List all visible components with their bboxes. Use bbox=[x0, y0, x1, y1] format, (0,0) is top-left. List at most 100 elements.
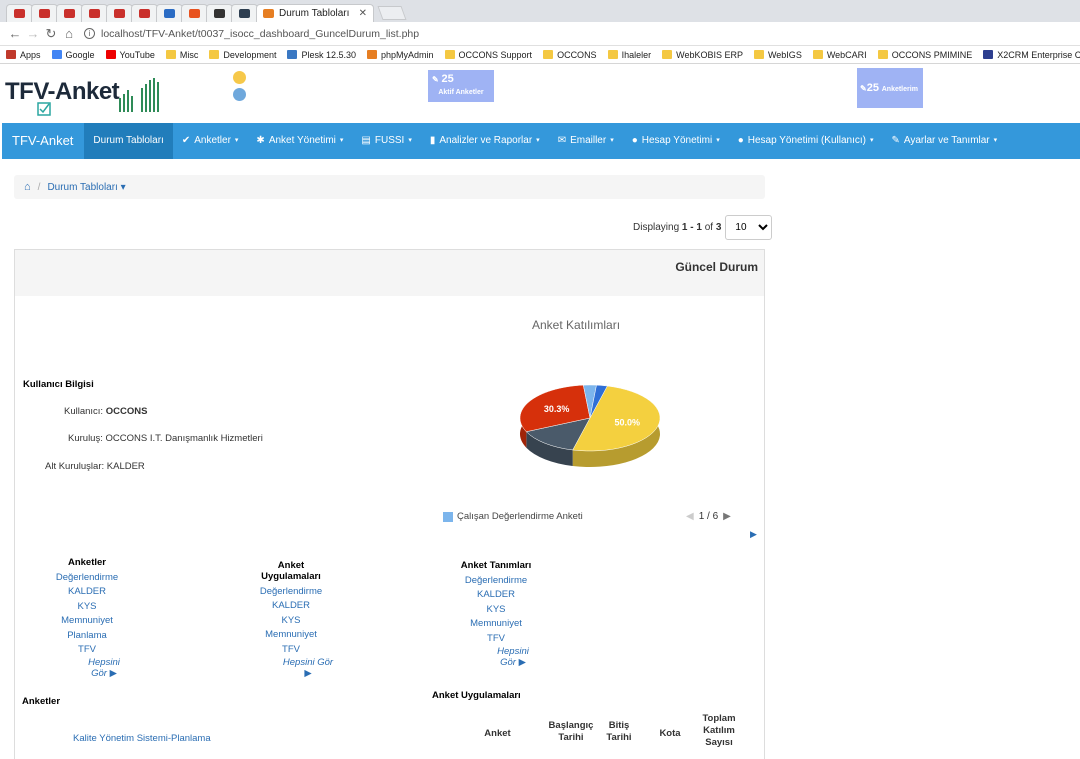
list-link[interactable]: TFV bbox=[52, 643, 122, 657]
list-link[interactable]: Değerlendirme bbox=[460, 574, 532, 588]
page: TFV-Anket ✎ 25 Aktif Anketler ✎25 Anketl… bbox=[0, 64, 1080, 759]
browser-tab[interactable] bbox=[131, 4, 158, 22]
legend-nav: ◀ 1 / 6 ▶ bbox=[686, 511, 731, 522]
browser-tab-active[interactable]: Durum Tabloları ✕ bbox=[256, 4, 374, 22]
legend-next-icon[interactable]: ▶ bbox=[723, 511, 731, 522]
my-surveys-card[interactable]: ✎25 Anketlerim bbox=[857, 68, 923, 108]
list-link[interactable]: KYS bbox=[52, 600, 122, 614]
bookmark-item[interactable]: OCCONS bbox=[543, 50, 597, 60]
home-icon[interactable]: ⌂ bbox=[24, 181, 31, 193]
bookmark-icon bbox=[165, 50, 176, 59]
menu-item-icon: ▮ bbox=[429, 135, 436, 146]
bookmark-item[interactable]: WebIGS bbox=[753, 50, 802, 60]
list-link[interactable]: KALDER bbox=[460, 588, 532, 602]
see-all-link[interactable]: Hepsini Gör ▶ bbox=[86, 657, 122, 679]
col-header-end[interactable]: Bitiş Tarihi bbox=[604, 720, 634, 744]
bookmark-item[interactable]: OCCONS Support bbox=[444, 50, 532, 60]
col-header-start[interactable]: Başlangıç Tarihi bbox=[545, 720, 597, 744]
kpi-number: 25 bbox=[441, 73, 454, 85]
caret-icon: ▾ bbox=[716, 137, 720, 144]
list-link[interactable]: TFV bbox=[248, 643, 334, 657]
browser-tab[interactable] bbox=[81, 4, 108, 22]
list-link[interactable]: KYS bbox=[248, 614, 334, 628]
see-all-link[interactable]: Hepsini Gör ▶ bbox=[494, 646, 532, 668]
bookmark-item[interactable]: Development bbox=[209, 50, 276, 60]
bookmark-item[interactable]: Apps bbox=[6, 50, 41, 60]
legend-label: Çalışan Değerlendirme Anketi bbox=[457, 511, 583, 522]
see-all-link[interactable]: Hepsini Gör ▶ bbox=[282, 657, 334, 679]
reload-icon[interactable]: ↻ bbox=[42, 26, 60, 42]
col-header-total[interactable]: Toplam Katılım Sayısı bbox=[700, 713, 738, 749]
bookmark-item[interactable]: WebKOBIS ERP bbox=[662, 50, 743, 60]
menu-item-3[interactable]: ✱ Anket Yönetimi ▾ bbox=[247, 123, 352, 159]
menu-item-5[interactable]: ▮ Analizler ve Raporlar ▾ bbox=[421, 123, 549, 159]
menu-item-1[interactable]: Durum Tabloları bbox=[84, 123, 173, 159]
browser-tab[interactable] bbox=[206, 4, 233, 22]
panel-header: Güncel Durum bbox=[15, 250, 764, 296]
bookmark-item[interactable]: Ihaleler bbox=[607, 50, 651, 60]
bookmark-item[interactable]: Misc bbox=[165, 50, 198, 60]
legend-prev-icon[interactable]: ◀ bbox=[686, 511, 694, 522]
sub-org-row: Alt Kuruluşlar: KALDER bbox=[45, 461, 145, 472]
browser-tab[interactable] bbox=[156, 4, 183, 22]
sub-org-value: KALDER bbox=[106, 461, 145, 472]
menu-item-2[interactable]: ✔ Anketler ▾ bbox=[173, 123, 248, 159]
list-link[interactable]: Planlama bbox=[52, 629, 122, 643]
breadcrumb-current[interactable]: Durum Tabloları ▾ bbox=[47, 182, 125, 193]
surveys-list: Anketler Değerlendirme KALDER KYS Memnuniyet… bbox=[52, 557, 122, 679]
menu-item-9[interactable]: ✎ Ayarlar ve Tanımlar ▾ bbox=[882, 123, 1006, 159]
list-link[interactable]: Memnuniyet bbox=[52, 614, 122, 628]
survey-link[interactable]: Kalite Yönetim Sistemi-Planlama bbox=[73, 733, 211, 744]
list-link[interactable]: Değerlendirme bbox=[248, 585, 334, 599]
tab-favicon-icon bbox=[189, 9, 200, 18]
bookmark-item[interactable]: Google bbox=[51, 50, 95, 60]
menu-item-label: Ayarlar ve Tanımlar bbox=[903, 135, 990, 146]
bookmark-item[interactable]: WebCARI bbox=[812, 50, 867, 60]
menu-item-label: FUSSI bbox=[374, 135, 405, 146]
browser-tab[interactable] bbox=[6, 4, 33, 22]
home-icon[interactable]: ⌂ bbox=[60, 26, 78, 41]
list-link[interactable]: KYS bbox=[460, 603, 532, 617]
active-surveys-card[interactable]: ✎ 25 Aktif Anketler bbox=[428, 70, 494, 102]
forward-icon[interactable]: → bbox=[24, 26, 42, 41]
col-header-quota[interactable]: Kota bbox=[655, 728, 685, 740]
panel-title: Güncel Durum bbox=[675, 260, 758, 274]
chart-legend[interactable]: Çalışan Değerlendirme Anketi bbox=[443, 511, 583, 522]
url-field[interactable]: i localhost/TFV-Anket/t0037_isocc_dashboa… bbox=[84, 28, 419, 40]
menu-item-6[interactable]: ✉ Emailler ▾ bbox=[549, 123, 623, 159]
per-page-select[interactable]: 10 bbox=[725, 215, 773, 240]
col-header-anket[interactable]: Anket bbox=[480, 728, 515, 740]
chevron-right-icon[interactable]: ▶ bbox=[750, 529, 757, 540]
list-link[interactable]: KALDER bbox=[52, 585, 122, 599]
list-link[interactable]: TFV bbox=[460, 632, 532, 646]
bookmark-item[interactable]: OCCONS PMIMINE bbox=[877, 50, 972, 60]
logo[interactable]: TFV-Anket bbox=[5, 72, 165, 116]
bookmark-icon bbox=[287, 50, 298, 59]
bookmark-label: Plesk 12.5.30 bbox=[301, 49, 356, 60]
list-link[interactable]: Memnuniyet bbox=[248, 628, 334, 642]
browser-tab[interactable] bbox=[56, 4, 83, 22]
menu-item-8[interactable]: ● Hesap Yönetimi (Kullanıcı) ▾ bbox=[729, 123, 883, 159]
list-link[interactable]: Memnuniyet bbox=[460, 617, 532, 631]
menu-item-4[interactable]: ▤ FUSSI ▾ bbox=[352, 123, 420, 159]
pie-chart[interactable]: 50.0% 30.3% bbox=[515, 378, 665, 478]
menu-item-7[interactable]: ● Hesap Yönetimi ▾ bbox=[623, 123, 729, 159]
browser-tab[interactable] bbox=[231, 4, 258, 22]
bookmark-item[interactable]: Plesk 12.5.30 bbox=[287, 50, 356, 60]
bookmark-item[interactable]: phpMyAdmin bbox=[367, 50, 434, 60]
bookmark-item[interactable]: X2CRM Enterprise C bbox=[983, 50, 1080, 60]
browser-tab[interactable] bbox=[31, 4, 58, 22]
list-link[interactable]: Değerlendirme bbox=[52, 571, 122, 585]
browser-tab[interactable] bbox=[106, 4, 133, 22]
back-icon[interactable]: ← bbox=[6, 26, 24, 41]
close-icon[interactable]: ✕ bbox=[359, 8, 367, 19]
bookmark-label: Apps bbox=[20, 49, 41, 60]
list-link[interactable]: KALDER bbox=[248, 599, 334, 613]
bookmark-item[interactable]: YouTube bbox=[105, 50, 155, 60]
bookmark-label: phpMyAdmin bbox=[381, 49, 434, 60]
menu-brand[interactable]: TFV-Anket bbox=[2, 123, 84, 159]
tab-favicon-icon bbox=[39, 9, 50, 18]
new-tab-button[interactable] bbox=[377, 6, 407, 20]
list-heading: Anket Tanımları bbox=[460, 560, 532, 571]
browser-tab[interactable] bbox=[181, 4, 208, 22]
